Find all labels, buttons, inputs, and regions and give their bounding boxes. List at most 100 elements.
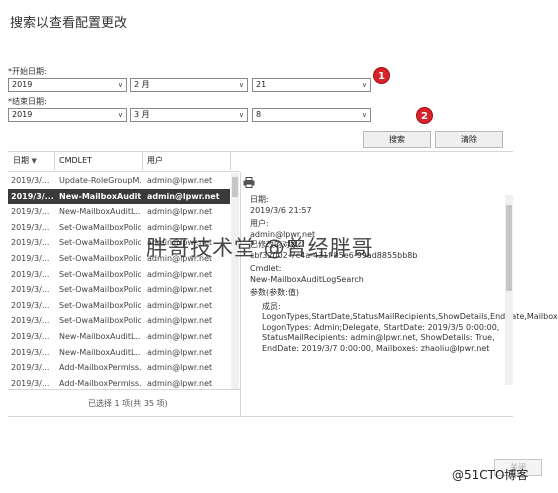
table-row[interactable]: 2019/3/... New-MailboxAuditL... admin@lpwr… — [8, 188, 230, 205]
row-user: admin@lpwr.net — [147, 331, 213, 341]
row-date: 2019/3/... — [11, 207, 50, 217]
clear-button[interactable]: 清除 — [435, 131, 503, 148]
chevron-down-icon: ∨ — [238, 111, 244, 119]
column-header-user[interactable]: 用户 — [147, 151, 163, 171]
row-cmdlet: Add-MailboxPermiss... — [59, 363, 141, 373]
table-row[interactable]: 2019/3/... Set-OwaMailboxPolicy admin@lpwr… — [8, 298, 230, 314]
row-user: admin@lpwr.net — [147, 207, 213, 217]
selection-count: 已选择 1 项(共 35 项) — [88, 399, 168, 408]
pane-divider — [240, 172, 241, 416]
row-user: admin@lpwr.net — [147, 300, 213, 310]
start-day-select[interactable]: 21 ∨ — [252, 78, 371, 92]
detail-cmdlet-value: New-MailboxAuditLogSearch — [250, 274, 364, 284]
table-row[interactable]: 2019/3/... Add-MailboxPermiss... admin@lpw… — [8, 360, 230, 376]
column-header-date[interactable]: 日期 ▼ — [13, 151, 37, 171]
row-date: 2019/3/... — [11, 378, 50, 388]
detail-user-label: 用户: — [250, 219, 269, 228]
row-cmdlet: New-MailboxAuditL... — [59, 347, 141, 357]
detail-params-values: LogonTypes: Admin;Delegate, StartDate: 2… — [262, 322, 500, 353]
start-day-value: 21 — [256, 80, 267, 89]
start-year-value: 2019 — [12, 80, 33, 89]
table-row[interactable]: 2019/3/... Set-OwaMailboxPolicy admin@lpwr… — [8, 267, 230, 283]
scrollbar-thumb[interactable] — [232, 177, 238, 197]
row-date: 2019/3/... — [11, 238, 50, 248]
table-bottom-border — [8, 389, 240, 390]
detail-cmdlet-label: Cmdlet: — [250, 264, 282, 273]
end-year-value: 2019 — [12, 110, 33, 119]
detail-scrollbar[interactable] — [505, 195, 513, 385]
end-day-select[interactable]: 8 ∨ — [252, 108, 371, 122]
row-date: 2019/3/... — [11, 285, 50, 295]
audit-results-list: 2019/3/... Update-RoleGroupM... admin@lpwr… — [8, 173, 230, 389]
watermark-text: 胖哥技术堂 @曾经胖哥 — [146, 236, 374, 260]
print-icon[interactable] — [243, 177, 255, 188]
row-user: admin@lpwr.net — [147, 347, 213, 357]
chevron-down-icon: ∨ — [361, 111, 367, 119]
page-title: 搜索以查看配置更改 — [10, 16, 128, 31]
row-cmdlet: Set-OwaMailboxPolicy — [59, 285, 141, 295]
table-row[interactable]: 2019/3/... New-MailboxAuditL... admin@lpwr… — [8, 345, 230, 361]
row-date: 2019/3/... — [11, 316, 50, 326]
row-date: 2019/3/... — [11, 269, 50, 279]
chevron-down-icon: ∨ — [117, 111, 123, 119]
row-user: admin@lpwr.net — [147, 378, 213, 388]
table-row[interactable]: 2019/3/... Set-OwaMailboxPolicy admin@lpwr… — [8, 282, 230, 298]
start-month-select[interactable]: 2 月 ∨ — [130, 78, 248, 92]
table-row[interactable]: 2019/3/... Update-RoleGroupM... admin@lpwr… — [8, 173, 230, 189]
row-user: admin@lpwr.net — [147, 269, 213, 279]
chevron-down-icon: ∨ — [238, 81, 244, 89]
chevron-down-icon: ∨ — [361, 81, 367, 89]
column-header-cmdlet[interactable]: CMDLET — [59, 151, 92, 171]
detail-params-label: 参数(参数:值) — [250, 288, 299, 297]
annotation-marker-2: 2 — [416, 107, 433, 124]
row-cmdlet: Set-OwaMailboxPolicy — [59, 316, 141, 326]
row-cmdlet: Set-OwaMailboxPolicy — [59, 253, 141, 263]
column-separator — [142, 152, 143, 170]
table-row[interactable]: 2019/3/... New-MailboxAuditL... admin@lpwr… — [8, 329, 230, 345]
row-date: 2019/3/... — [11, 300, 50, 310]
detail-date-value: 2019/3/6 21:57 — [250, 205, 312, 215]
row-cmdlet: New-MailboxAuditL... — [59, 191, 141, 201]
end-year-select[interactable]: 2019 ∨ — [8, 108, 127, 122]
row-cmdlet: New-MailboxAuditL... — [59, 207, 141, 217]
row-cmdlet: Set-OwaMailboxPolicy — [59, 269, 141, 279]
row-cmdlet: Set-OwaMailboxPolicy — [59, 238, 141, 248]
row-date: 2019/3/... — [11, 176, 50, 185]
column-separator — [54, 152, 55, 170]
row-cmdlet: Set-OwaMailboxPolicy — [59, 222, 141, 232]
row-date: 2019/3/... — [11, 191, 54, 201]
end-month-value: 3 月 — [134, 110, 150, 119]
row-date: 2019/3/... — [11, 222, 50, 232]
search-button[interactable]: 搜索 — [363, 131, 431, 148]
row-user: admin@lpwr.net — [147, 363, 213, 373]
chevron-down-icon: ∨ — [117, 81, 123, 89]
row-cmdlet: New-MailboxAuditL... — [59, 331, 141, 341]
row-user: admin@lpwr.net — [147, 176, 213, 185]
row-date: 2019/3/... — [11, 331, 50, 341]
table-row[interactable]: 2019/3/... Set-OwaMailboxPolicy admin@lpwr… — [8, 313, 230, 329]
site-logo: @51CTO博客 — [452, 468, 529, 482]
end-date-label: *结束日期: — [8, 97, 47, 106]
end-day-value: 8 — [256, 110, 262, 119]
start-year-select[interactable]: 2019 ∨ — [8, 78, 127, 92]
row-user: admin@lpwr.net — [147, 191, 220, 201]
row-cmdlet: Update-RoleGroupM... — [59, 176, 141, 185]
row-date: 2019/3/... — [11, 253, 50, 263]
detail-date-label: 日期: — [250, 195, 269, 204]
row-user: admin@lpwr.net — [147, 285, 213, 295]
scrollbar-thumb[interactable] — [506, 205, 512, 291]
row-date: 2019/3/... — [11, 363, 50, 373]
column-separator — [230, 152, 231, 170]
sort-descending-icon: ▼ — [31, 157, 37, 165]
end-month-select[interactable]: 3 月 ∨ — [130, 108, 248, 122]
annotation-marker-1: 1 — [373, 67, 390, 84]
start-date-label: *开始日期: — [8, 67, 47, 76]
row-user: admin@lpwr.net — [147, 316, 213, 326]
table-header-border — [8, 171, 240, 172]
table-row[interactable]: 2019/3/... New-MailboxAuditL... admin@lpwr… — [8, 204, 230, 220]
row-cmdlet: Add-MailboxPermiss... — [59, 378, 141, 388]
results-scrollbar[interactable] — [231, 173, 239, 389]
start-month-value: 2 月 — [134, 80, 150, 89]
table-row[interactable]: 2019/3/... Add-MailboxPermiss... admin@lpw… — [8, 376, 230, 389]
detail-params-members: 成员: LogonTypes,StartDate,StatusMailRecip… — [262, 301, 558, 322]
